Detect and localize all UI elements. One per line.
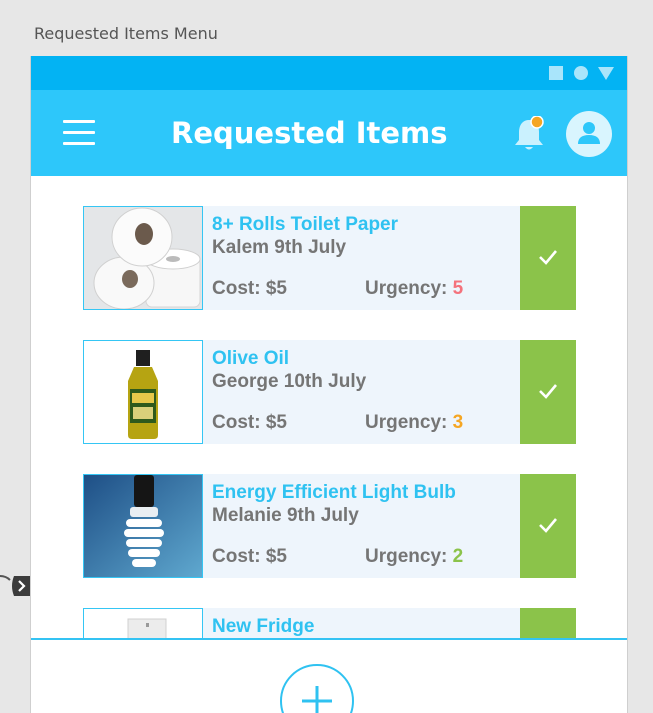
item-cost: Cost: $5 <box>212 546 287 567</box>
fridge-image <box>83 608 203 638</box>
phone-frame: Requested Items 8+ Rolls Toilet Paper Ka… <box>30 56 628 713</box>
item-requester-date: Kalem 9th July <box>212 237 347 258</box>
side-panel-toggle[interactable] <box>0 574 30 598</box>
check-icon <box>539 250 557 265</box>
urgency-value: 5 <box>452 278 464 299</box>
urgency-label: Urgency: <box>365 546 448 567</box>
item-name: 8+ Rolls Toilet Paper <box>212 214 399 235</box>
item-urgency: Urgency: 5 <box>365 278 463 300</box>
page-title: Requested Items <box>171 116 448 150</box>
list-item[interactable]: 8+ Rolls Toilet Paper Kalem 9th July Cos… <box>83 206 576 310</box>
app-bar: Requested Items <box>31 90 627 176</box>
item-cost: Cost: $5 <box>212 278 287 299</box>
item-requester-date: George 10th July <box>212 371 367 392</box>
status-circle-icon <box>574 66 588 80</box>
plus-icon <box>302 686 332 713</box>
approve-button[interactable] <box>520 474 576 578</box>
urgency-label: Urgency: <box>365 278 448 299</box>
item-urgency: Urgency: 3 <box>365 412 463 434</box>
urgency-value: 2 <box>452 546 464 567</box>
bell-icon[interactable] <box>513 115 547 154</box>
item-name: Olive Oil <box>212 348 290 369</box>
approve-button[interactable] <box>520 608 576 638</box>
item-requester-date: Melanie 9th July <box>212 505 359 526</box>
urgency-value: 3 <box>452 412 464 433</box>
list-item[interactable]: Energy Efficient Light Bulb Melanie 9th … <box>83 474 576 578</box>
add-item-button[interactable] <box>280 664 354 713</box>
person-icon <box>578 122 600 144</box>
check-icon <box>539 384 557 399</box>
item-urgency: Urgency: 2 <box>365 546 463 568</box>
status-bar <box>31 56 627 90</box>
requested-items-list: 8+ Rolls Toilet Paper Kalem 9th July Cos… <box>31 176 627 638</box>
profile-avatar[interactable] <box>566 111 612 157</box>
hamburger-menu-icon[interactable] <box>63 120 95 146</box>
item-name: Energy Efficient Light Bulb <box>212 482 456 503</box>
approve-button[interactable] <box>520 340 576 444</box>
list-item[interactable]: Olive Oil George 10th July Cost: $5 Urge… <box>83 340 576 444</box>
status-triangle-icon <box>598 67 614 80</box>
approve-button[interactable] <box>520 206 576 310</box>
urgency-label: Urgency: <box>365 412 448 433</box>
item-name: New Fridge <box>212 616 315 637</box>
toilet-paper-image <box>83 206 203 310</box>
check-icon <box>539 518 557 533</box>
canvas-label: Requested Items Menu <box>34 24 218 43</box>
light-bulb-image <box>83 474 203 578</box>
list-item[interactable]: New Fridge <box>83 608 576 638</box>
bottom-divider <box>31 638 627 640</box>
olive-oil-image <box>83 340 203 444</box>
item-cost: Cost: $5 <box>212 412 287 433</box>
status-square-icon <box>549 66 563 80</box>
notification-dot <box>530 115 544 129</box>
